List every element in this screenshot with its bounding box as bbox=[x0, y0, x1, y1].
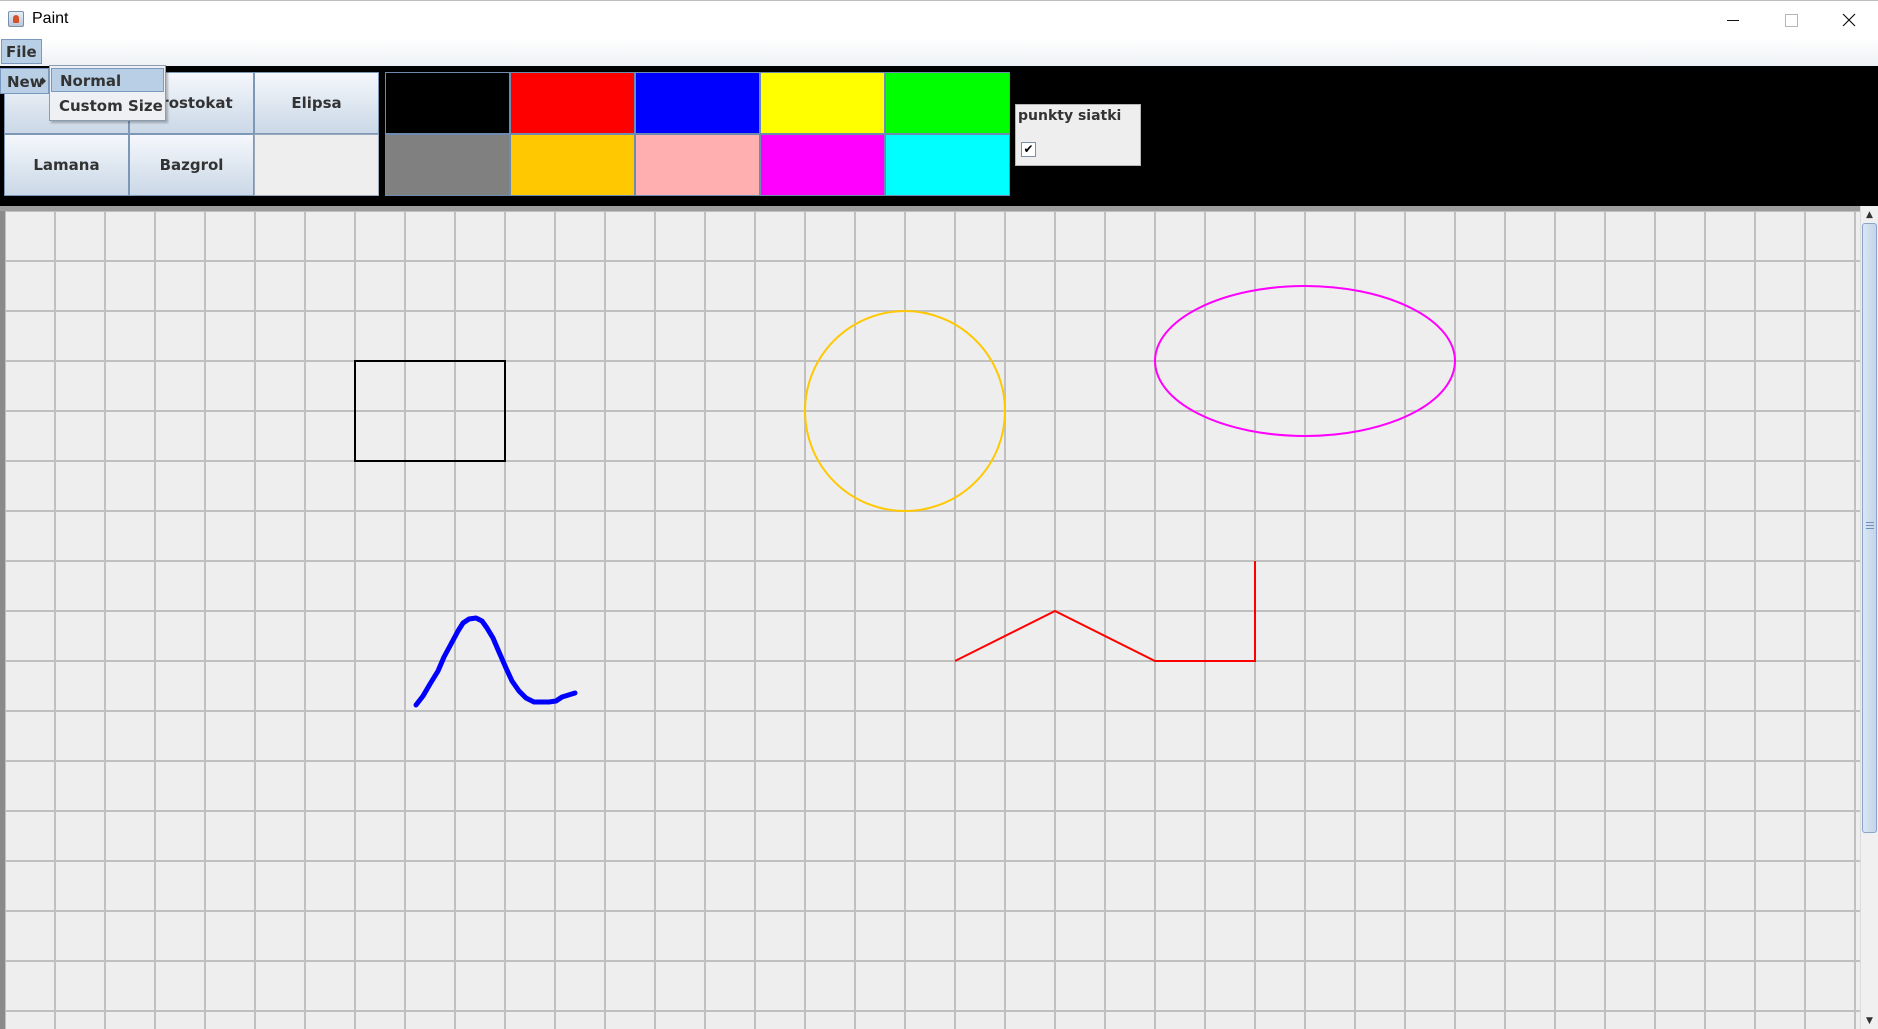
grid-lines bbox=[0, 211, 1860, 1029]
minimize-icon bbox=[1727, 19, 1739, 21]
color-swatch-red[interactable] bbox=[510, 72, 635, 134]
maximize-icon bbox=[1784, 13, 1798, 27]
tool-button-elipsa[interactable]: Elipsa bbox=[254, 72, 379, 134]
toolbar: Prostokat Elipsa Lamana Bazgrol punkty s… bbox=[0, 66, 1878, 206]
java-cup-icon bbox=[8, 11, 24, 27]
color-swatch-cyan[interactable] bbox=[885, 134, 1010, 196]
color-swatch-magenta[interactable] bbox=[760, 134, 885, 196]
close-button[interactable] bbox=[1820, 1, 1878, 39]
close-icon bbox=[1842, 13, 1856, 27]
tool-slot-empty bbox=[254, 134, 379, 196]
tool-button-lamana[interactable]: Lamana bbox=[4, 134, 129, 196]
color-swatch-gray[interactable] bbox=[385, 134, 510, 196]
canvas-left-border bbox=[0, 211, 5, 1029]
scroll-up-arrow-icon[interactable]: ▲ bbox=[1861, 206, 1878, 223]
minimize-button[interactable] bbox=[1704, 1, 1762, 39]
menu-item-new[interactable]: New bbox=[0, 68, 49, 94]
scroll-down-arrow-icon[interactable]: ▼ bbox=[1861, 1012, 1878, 1029]
vertical-scrollbar[interactable]: ▲ ▼ bbox=[1860, 206, 1878, 1029]
grid-toggle-label: punkty siatki bbox=[1018, 108, 1122, 124]
scroll-thumb[interactable] bbox=[1862, 223, 1877, 833]
maximize-button[interactable] bbox=[1762, 1, 1820, 39]
color-swatch-orange[interactable] bbox=[510, 134, 635, 196]
color-swatch-pink[interactable] bbox=[635, 134, 760, 196]
grip-icon bbox=[1866, 522, 1874, 529]
new-submenu: Normal Custom Size bbox=[49, 65, 166, 121]
drawing-canvas[interactable] bbox=[0, 211, 1860, 1029]
window-title: Paint bbox=[32, 10, 69, 27]
menu-item-custom-size[interactable]: Custom Size bbox=[51, 94, 164, 118]
grid-toggle-panel: punkty siatki ✔ bbox=[1015, 104, 1141, 166]
menu-item-new-label: New bbox=[7, 73, 44, 91]
tool-button-bazgrol[interactable]: Bazgrol bbox=[129, 134, 254, 196]
canvas-drawing bbox=[0, 211, 1860, 1029]
color-swatch-yellow[interactable] bbox=[760, 72, 885, 134]
submenu-arrow-icon bbox=[42, 77, 46, 85]
file-menu[interactable]: File bbox=[1, 39, 42, 64]
color-swatch-black[interactable] bbox=[385, 72, 510, 134]
title-bar: Paint bbox=[0, 0, 1878, 38]
color-swatch-blue[interactable] bbox=[635, 72, 760, 134]
menu-bar: File bbox=[0, 38, 1878, 66]
grid-checkbox[interactable]: ✔ bbox=[1021, 142, 1036, 157]
menu-item-normal[interactable]: Normal bbox=[51, 68, 164, 92]
color-swatch-green[interactable] bbox=[885, 72, 1010, 134]
